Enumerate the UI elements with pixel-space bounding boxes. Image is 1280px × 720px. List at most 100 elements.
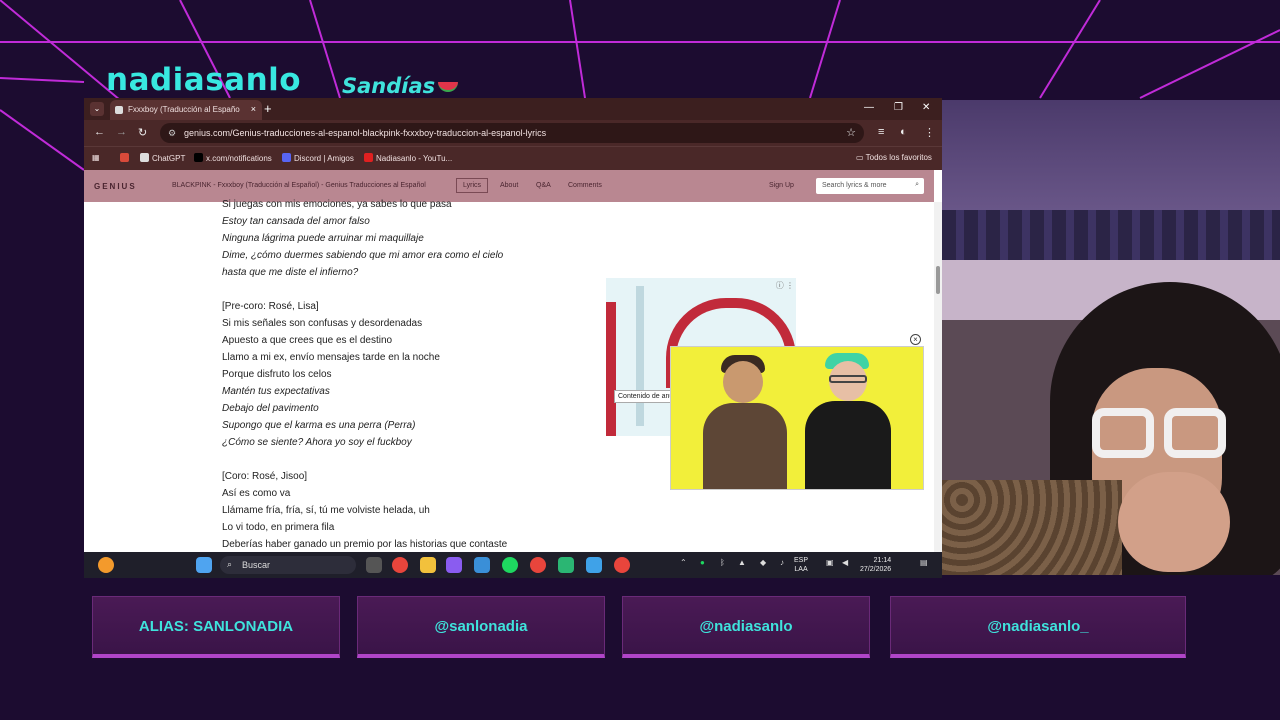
lyric-gap xyxy=(222,281,602,298)
x-icon xyxy=(194,153,203,162)
genius-favicon xyxy=(115,106,123,114)
song-title: BLACKPINK - Fxxxboy (Traducción al Españ… xyxy=(172,182,426,189)
tray-app-icon[interactable]: ▲ xyxy=(738,558,746,567)
tray-shield-icon[interactable]: ◆ xyxy=(760,558,766,567)
tray-spotify-icon[interactable]: ● xyxy=(700,558,705,567)
lyric-line: Llámame fría, fría, sí, tú me volviste h… xyxy=(222,505,430,516)
gmail-icon xyxy=(120,153,129,162)
discord-icon xyxy=(282,153,291,162)
site-info-icon[interactable]: ⚙ xyxy=(168,128,176,139)
explorer-icon[interactable] xyxy=(420,557,436,573)
close-tab-icon[interactable]: × xyxy=(251,104,256,114)
copilot-icon[interactable] xyxy=(446,557,462,573)
start-icon[interactable] xyxy=(196,557,212,573)
lyric-line: [Coro: Rosé, Jisoo] xyxy=(222,471,308,482)
page-scrollbar[interactable] xyxy=(934,202,942,552)
tab-title: Fxxxboy (Traducción al Españo xyxy=(128,105,240,114)
social-panel-1: @sanlonadia xyxy=(357,596,605,658)
bookmark-chatgpt[interactable]: ChatGPT xyxy=(140,153,185,163)
active-tab[interactable]: Fxxxboy (Traducción al Españo × xyxy=(110,100,262,120)
watermelon-icon xyxy=(438,82,459,92)
tray-bluetooth-icon[interactable]: ᛒ xyxy=(720,558,725,567)
active-app-icon[interactable] xyxy=(586,557,602,573)
input-language[interactable]: ESP LAA xyxy=(794,556,808,574)
tab-bar: ⌄ Fxxxboy (Traducción al Españo × + — ❐ … xyxy=(84,98,942,120)
url-text: genius.com/Genius-traducciones-al-espano… xyxy=(184,128,547,138)
app-icon[interactable] xyxy=(558,557,574,573)
lyric-line: ¿Cómo se siente? Ahora yo soy el fuckboy xyxy=(222,437,412,448)
sign-up-link[interactable]: Sign Up xyxy=(769,182,794,189)
bookmark-discord[interactable]: Discord | Amigos xyxy=(282,153,354,163)
genius-logo[interactable]: GENIUS xyxy=(94,182,137,191)
lyric-line: Debajo del pavimento xyxy=(222,403,319,414)
tab-lyrics[interactable]: Lyrics xyxy=(456,178,489,193)
lyric-line: Llamo a mi ex, envío mensajes tarde en l… xyxy=(222,352,440,363)
bookmark-youtube[interactable]: Nadiasanlo - YouTu... xyxy=(364,153,452,163)
bookmark-star-icon[interactable]: ☆ xyxy=(846,126,856,139)
reload-icon[interactable]: ↻ xyxy=(138,126,147,139)
lyric-line: Estoy tan cansada del amor falso xyxy=(222,216,370,227)
store-icon[interactable] xyxy=(474,557,490,573)
lyric-line: [Pre-coro: Rosé, Lisa] xyxy=(222,301,319,312)
extensions-icon[interactable]: ≡ xyxy=(878,126,884,138)
back-icon[interactable]: ← xyxy=(94,126,105,138)
genius-search-input[interactable]: Search lyrics & more ⌕ xyxy=(816,178,924,194)
volume-icon[interactable]: ◀ xyxy=(842,558,848,567)
tab-qa[interactable]: Q&A xyxy=(536,182,551,189)
search-icon: ⌕ xyxy=(227,559,233,569)
lyric-line: Porque disfruto los celos xyxy=(222,369,332,380)
new-tab-button[interactable]: + xyxy=(264,101,272,116)
channel-name: nadiasanlo xyxy=(106,62,302,98)
apps-icon[interactable]: ▦ xyxy=(92,153,100,162)
all-bookmarks[interactable]: ▭ Todos los favoritos xyxy=(856,153,932,162)
lyric-line: Deberías haber ganado un premio por las … xyxy=(222,539,508,550)
chrome-icon[interactable] xyxy=(392,557,408,573)
close-window-button[interactable]: ✕ xyxy=(922,102,930,113)
widgets-icon[interactable] xyxy=(98,557,114,573)
taskbar-clock[interactable]: 21:14 27/2/2026 xyxy=(860,556,891,574)
lyric-line: Ninguna lágrima puede arruinar mi maquil… xyxy=(222,233,424,244)
youtube-icon xyxy=(364,153,373,162)
bookmarks-bar: ▦ ChatGPT x.com/notifications Discord | … xyxy=(84,146,942,170)
lyric-line: Mantén tus expectativas xyxy=(222,386,330,397)
tray-expand-icon[interactable]: ⌃ xyxy=(680,558,687,567)
lyric-gap xyxy=(222,451,602,468)
url-field[interactable]: ⚙ genius.com/Genius-traducciones-al-espa… xyxy=(160,123,864,143)
windows-taskbar: ⌕ Buscar ⌃ ● ᛒ ▲ ◆ ♪ ESP LAA ▣ ◀ 21:14 27/… xyxy=(84,552,942,578)
taskbar-search[interactable]: ⌕ Buscar xyxy=(220,556,356,574)
lyric-line: Si juegas con mis emociones, ya sabes lo… xyxy=(222,199,452,210)
menu-icon[interactable]: ⋮ xyxy=(924,126,935,139)
restore-button[interactable]: ❐ xyxy=(894,102,903,113)
social-panel-alias: ALIAS: SANLONADIA xyxy=(92,596,340,658)
scrollbar-thumb[interactable] xyxy=(936,266,940,294)
browser-window: ⌄ Fxxxboy (Traducción al Españo × + — ❐ … xyxy=(84,98,942,552)
chrome-profile-icon[interactable] xyxy=(530,557,546,573)
profile-icon[interactable]: ◐ xyxy=(900,126,907,138)
webcam-feed xyxy=(942,100,1280,575)
ad-info-icon[interactable]: ⓘ ⋮ xyxy=(776,280,794,291)
task-view-icon[interactable] xyxy=(366,557,382,573)
network-icon[interactable]: ▣ xyxy=(826,558,834,567)
lyric-line: Supongo que el karma es una perra (Perra… xyxy=(222,420,416,431)
notifications-icon[interactable]: ▤ xyxy=(920,558,928,567)
close-video-icon[interactable]: × xyxy=(910,334,921,345)
gmail-bookmark[interactable] xyxy=(120,153,132,163)
lyric-line: Apuesto a que crees que es el destino xyxy=(222,335,393,346)
lyric-line: Así es como va xyxy=(222,488,291,499)
tab-comments[interactable]: Comments xyxy=(568,182,602,189)
tab-about[interactable]: About xyxy=(500,182,518,189)
team-name: Sandías xyxy=(342,74,459,98)
address-bar-row: ← → ↻ ⚙ genius.com/Genius-traducciones-a… xyxy=(84,120,942,146)
minimize-button[interactable]: — xyxy=(864,102,874,113)
folder-icon: ▭ xyxy=(856,153,866,162)
bookmark-x[interactable]: x.com/notifications xyxy=(194,153,272,163)
tray-mic-icon[interactable]: ♪ xyxy=(780,558,784,567)
chatgpt-icon xyxy=(140,153,149,162)
lyric-line: Lo vi todo, en primera fila xyxy=(222,522,335,533)
spotify-icon[interactable] xyxy=(502,557,518,573)
chrome-alt-icon[interactable] xyxy=(614,557,630,573)
tab-search-icon[interactable]: ⌄ xyxy=(90,102,104,116)
forward-icon[interactable]: → xyxy=(116,126,127,138)
floating-video-ad[interactable] xyxy=(670,346,924,490)
lyric-line: hasta que me diste el infierno? xyxy=(222,267,359,278)
